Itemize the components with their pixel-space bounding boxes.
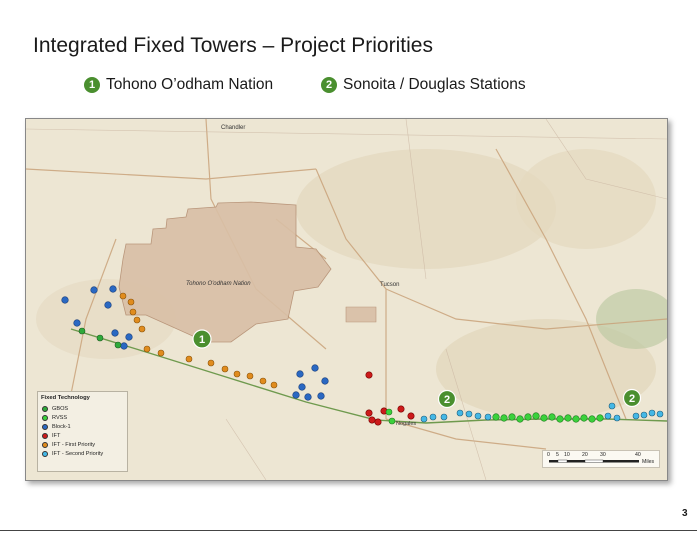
svg-text:Nogales: Nogales xyxy=(396,421,416,427)
scale-tick: 30 xyxy=(600,452,606,458)
legend-item-block-1: Block-1 xyxy=(42,423,71,431)
legend-item-rvss: RVSS xyxy=(42,414,67,422)
map-badge-2-east: 2 xyxy=(622,388,642,408)
svg-text:1: 1 xyxy=(199,334,205,346)
map-legend: Fixed Technology GBOS RVSS Block-1 IFT I… xyxy=(37,391,128,472)
map-scale-bar: 0 5 10 20 30 40 Miles xyxy=(542,450,660,468)
map[interactable]: Chandler Tucson Nogales Tohono O'odham N… xyxy=(25,118,668,481)
footer-divider xyxy=(0,530,697,531)
scale-tick: 40 xyxy=(635,452,641,458)
scale-tick: 0 xyxy=(547,452,550,458)
ift-first-priority-marker-icon xyxy=(42,442,48,448)
priority-2: 2 Sonoita / Douglas Stations xyxy=(321,74,526,96)
ift-marker-icon xyxy=(42,433,48,439)
block-1-marker-icon xyxy=(42,424,48,430)
svg-text:Tohono O'odham Nation: Tohono O'odham Nation xyxy=(186,281,251,287)
legend-item-ift: IFT xyxy=(42,432,60,440)
priority-1: 1 Tohono O’odham Nation xyxy=(84,74,273,96)
slide-title: Integrated Fixed Towers – Project Priori… xyxy=(33,34,433,57)
page-number: 3 xyxy=(682,508,688,519)
gbos-marker-icon xyxy=(42,406,48,412)
scale-tick: 10 xyxy=(564,452,570,458)
ift-second-priority-marker-icon xyxy=(42,451,48,457)
scale-tick: 5 xyxy=(556,452,559,458)
scale-unit: Miles xyxy=(642,459,655,465)
priority-1-number-badge: 1 xyxy=(84,77,100,93)
legend-title: Fixed Technology xyxy=(41,395,90,401)
svg-text:2: 2 xyxy=(444,394,450,406)
svg-text:Tucson: Tucson xyxy=(380,282,399,288)
svg-text:Chandler: Chandler xyxy=(221,125,245,131)
priority-1-label: Tohono O’odham Nation xyxy=(106,76,274,93)
priority-2-label: Sonoita / Douglas Stations xyxy=(343,76,526,93)
map-badge-2-west: 2 xyxy=(437,389,457,409)
map-badge-1: 1 xyxy=(192,329,212,349)
legend-item-gbos: GBOS xyxy=(42,405,68,413)
priority-2-number-badge: 2 xyxy=(321,77,337,93)
legend-item-ift-second-priority: IFT - Second Priority xyxy=(42,450,103,458)
legend-item-ift-first-priority: IFT - First Priority xyxy=(42,441,95,449)
scale-tick: 20 xyxy=(582,452,588,458)
svg-text:2: 2 xyxy=(629,393,635,405)
rvss-marker-icon xyxy=(42,415,48,421)
